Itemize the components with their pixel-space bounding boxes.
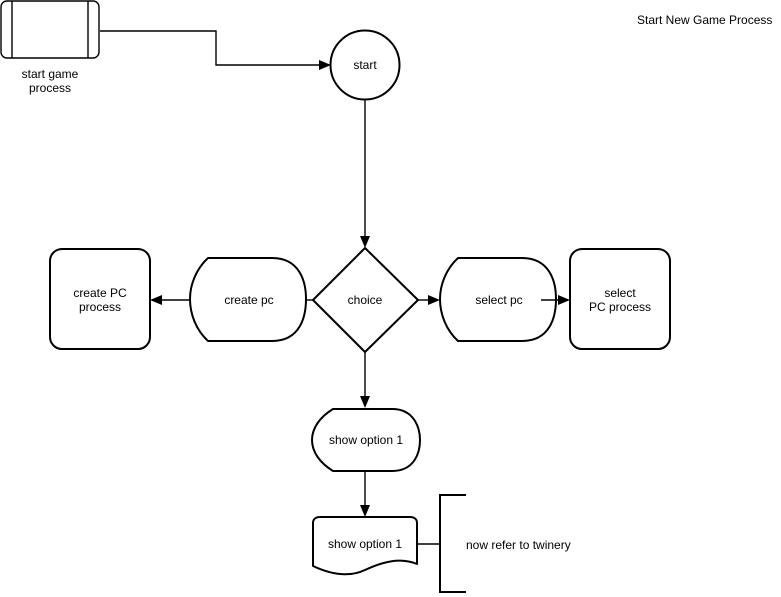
- edge-start-to-choice: [360, 100, 370, 248]
- node-create-pc-process[interactable]: [49, 248, 151, 350]
- edge-arrowhead: [360, 505, 370, 517]
- start-game-process-body[interactable]: [0, 0, 100, 59]
- node-select-pc[interactable]: [439, 257, 557, 342]
- node-show-option-1-display[interactable]: [311, 408, 421, 472]
- edge-arrowhead: [360, 396, 370, 408]
- show-option-1-display-shape[interactable]: [311, 408, 421, 472]
- edge-choice-to-show-option-1-display: [360, 352, 370, 408]
- node-choice[interactable]: [312, 247, 419, 353]
- create-pc-process-box[interactable]: [49, 248, 151, 350]
- edge-line: [100, 30, 323, 66]
- node-twinery-note-bracket[interactable]: [439, 494, 466, 593]
- choice-diamond[interactable]: [312, 247, 419, 353]
- edge-show-option-1-display-to-document: [360, 471, 370, 517]
- edge-choice-to-select-pc: [418, 295, 440, 305]
- select-pc-process-box[interactable]: [569, 248, 671, 350]
- edge-arrowhead: [360, 236, 370, 248]
- show-option-1-document-shape[interactable]: [312, 516, 418, 576]
- edge-arrowhead: [319, 60, 331, 70]
- twinery-note-bracket-shape[interactable]: [439, 494, 466, 593]
- edge-create-pc-to-create-pc-process: [150, 295, 190, 305]
- node-show-option-1-document[interactable]: [312, 516, 418, 576]
- edge-arrowhead: [558, 295, 570, 305]
- node-start-game-process[interactable]: [0, 0, 100, 59]
- create-pc-display[interactable]: [189, 257, 307, 342]
- start-circle[interactable]: [329, 29, 401, 101]
- select-pc-display[interactable]: [439, 257, 557, 342]
- node-start[interactable]: [329, 29, 401, 101]
- edge-arrowhead: [428, 295, 440, 305]
- flowchart-graphics: [0, 0, 671, 593]
- diagram-canvas: start game process start choice create p…: [0, 0, 781, 597]
- edge-arrowhead: [150, 295, 162, 305]
- edge-start-game-process-to-start: [100, 30, 331, 70]
- node-select-pc-process[interactable]: [569, 248, 671, 350]
- node-create-pc[interactable]: [189, 257, 307, 342]
